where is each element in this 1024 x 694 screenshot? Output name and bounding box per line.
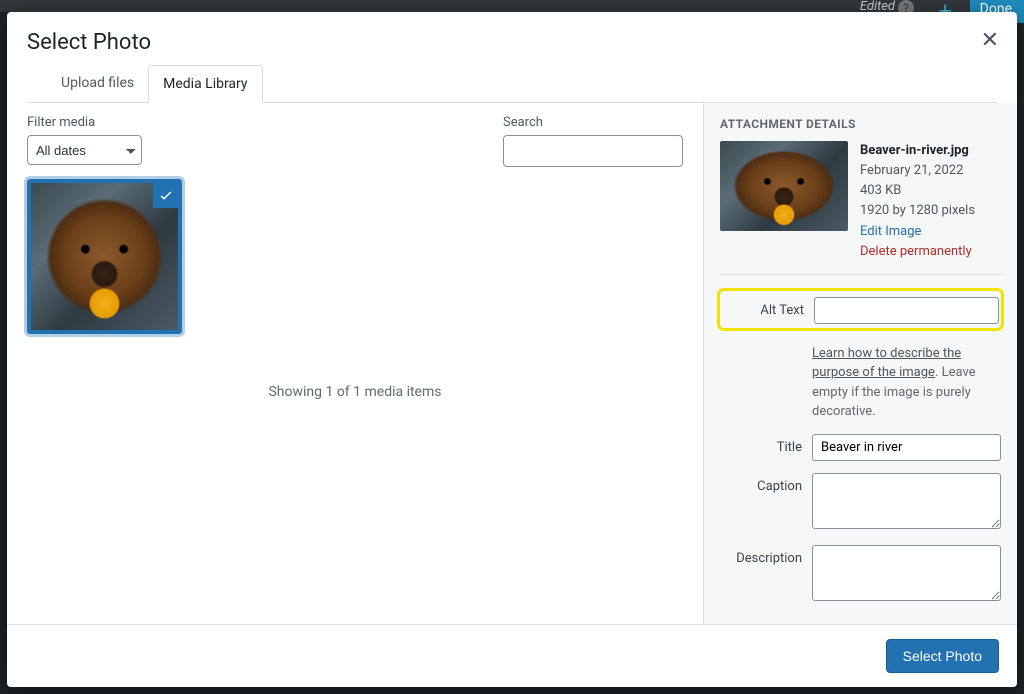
title-input[interactable] [812,434,1001,461]
description-label: Description [720,545,812,566]
alt-text-input[interactable] [814,297,999,324]
select-photo-button[interactable]: Select Photo [886,639,999,673]
modal-footer: Select Photo [7,624,1017,687]
description-input[interactable] [812,545,1001,601]
attachment-meta: Beaver-in-river.jpg February 21, 2022 40… [860,141,975,262]
delete-permanently-link[interactable]: Delete permanently [860,244,972,259]
attachment-size: 403 KB [860,181,975,201]
alt-text-label: Alt Text [722,297,814,318]
alt-text-highlight: Alt Text [720,291,1001,328]
edit-image-link[interactable]: Edit Image [860,224,921,239]
caption-input[interactable] [812,473,1001,529]
close-icon[interactable]: ✕ [981,30,999,52]
modal-body: Filter media All dates Search [7,103,1017,624]
media-thumbnail-selected[interactable] [27,179,182,334]
attachment-preview-image [720,141,848,231]
modal-header: Select Photo ✕ Upload files Media Librar… [7,12,1017,103]
filter-media-group: Filter media All dates [27,115,142,167]
attachment-details-heading: ATTACHMENT DETAILS [720,117,1001,131]
search-group: Search [503,115,683,167]
filter-media-label: Filter media [27,115,142,130]
alt-text-row: Alt Text [722,297,999,324]
tabs: Upload files Media Library [27,65,997,103]
attachment-preview [720,141,848,231]
attachment-date: February 21, 2022 [860,161,975,181]
search-label: Search [503,115,683,130]
description-row: Description [720,545,1001,605]
title-label: Title [720,434,812,455]
title-row: Title [720,434,1001,461]
check-icon [158,187,174,203]
tab-media-library[interactable]: Media Library [148,65,262,103]
selected-check-badge[interactable] [153,182,179,208]
search-input[interactable] [503,135,683,167]
media-gallery [7,173,703,344]
alt-text-hint-row: Learn how to describe the purpose of the… [720,338,1001,422]
modal-title: Select Photo [27,30,997,55]
main-panel: Filter media All dates Search [7,103,703,624]
caption-row: Caption [720,473,1001,533]
attachment-dimensions: 1920 by 1280 pixels [860,201,975,221]
attachment-details-panel: ATTACHMENT DETAILS Beaver-in-river.jpg F… [703,103,1017,624]
caption-label: Caption [720,473,812,494]
toolbar: Filter media All dates Search [7,103,703,173]
alt-text-hint: Learn how to describe the purpose of the… [812,344,1001,422]
tab-upload-files[interactable]: Upload files [47,65,148,102]
filter-dates-select[interactable]: All dates [27,135,142,165]
attachment-header: Beaver-in-river.jpg February 21, 2022 40… [720,141,1001,275]
attachment-filename: Beaver-in-river.jpg [860,141,975,161]
media-modal: Select Photo ✕ Upload files Media Librar… [7,12,1017,687]
gallery-status: Showing 1 of 1 media items [7,384,703,400]
